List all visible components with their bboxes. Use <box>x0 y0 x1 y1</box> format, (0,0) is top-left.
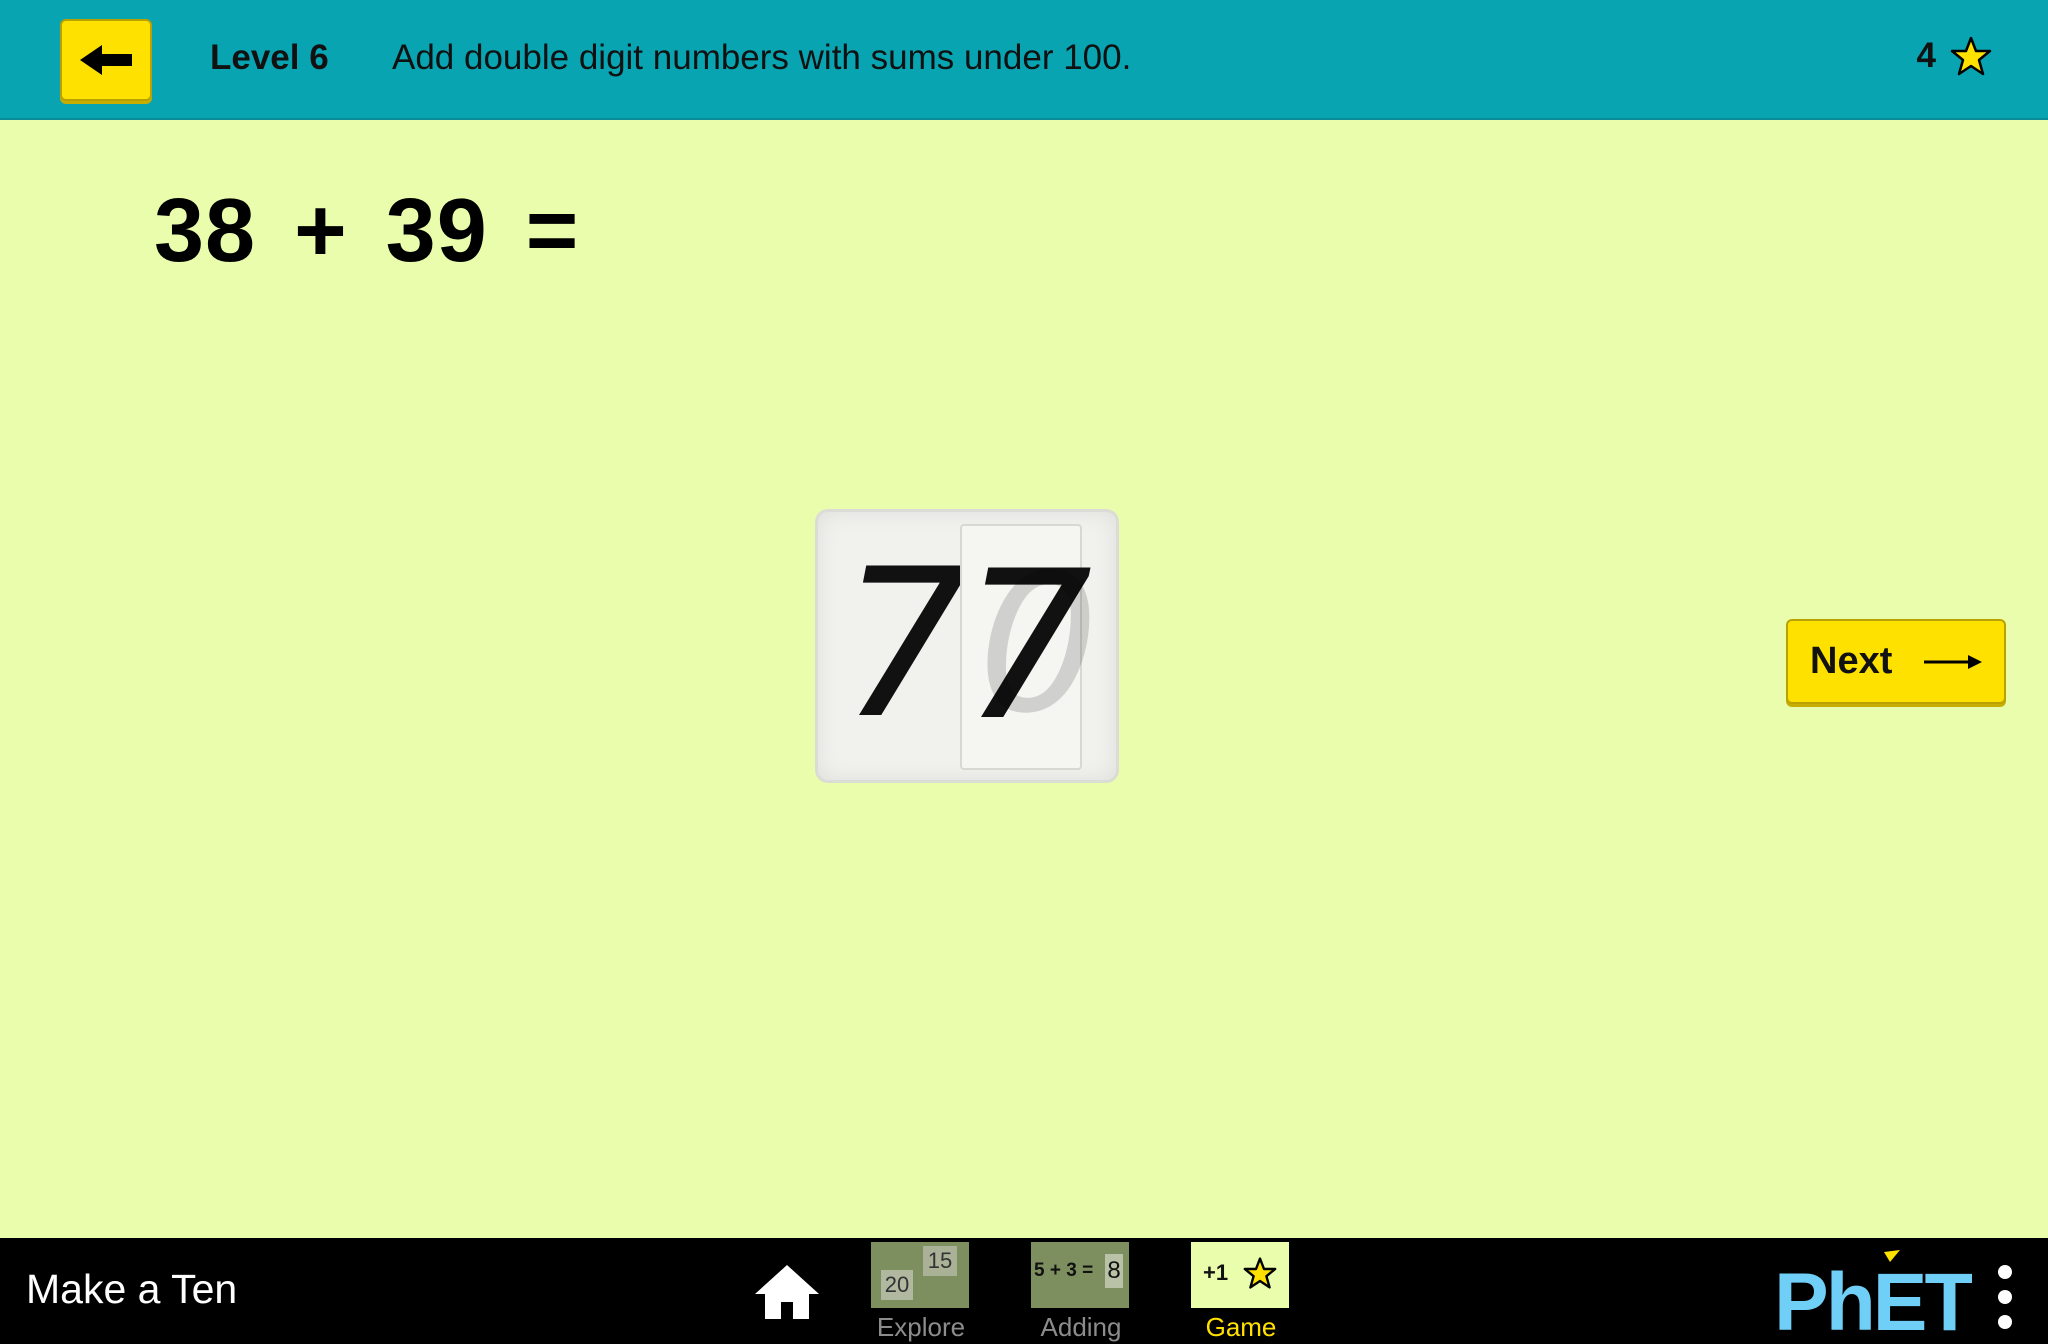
plus-sign: + <box>294 181 348 281</box>
equals-sign: = <box>525 181 580 281</box>
equation: 38 + 39 = <box>154 180 579 283</box>
game-thumbnail: +1 <box>1191 1242 1289 1308</box>
star-icon <box>1243 1257 1277 1289</box>
vertical-dots-icon[interactable] <box>1994 1264 2016 1330</box>
ghost-digit: 0 <box>978 534 1099 755</box>
phet-logo[interactable]: PhET <box>1772 1248 1972 1338</box>
star-icon <box>1950 36 1992 76</box>
answer-paper: 7 7 0 <box>818 512 1116 780</box>
back-button[interactable] <box>60 19 152 101</box>
nav-screen-game[interactable]: +1 Game <box>1191 1242 1291 1342</box>
nav-label-adding: Adding <box>1040 1312 1122 1342</box>
adding-thumb-expression: 5 + 3 = <box>1034 1260 1094 1281</box>
nav-label-game: Game <box>1205 1312 1277 1342</box>
explore-thumbnail: 20 15 <box>871 1242 969 1308</box>
sim-title: Make a Ten <box>26 1266 238 1312</box>
home-icon[interactable] <box>752 1262 822 1322</box>
addend-left: 38 <box>154 181 257 281</box>
explore-thumb-number-b: 15 <box>923 1246 957 1276</box>
score-display: 4 <box>1917 36 1992 76</box>
score-value: 4 <box>1916 36 1936 75</box>
nav-screen-adding[interactable]: 5 + 3 = 8 Adding <box>1031 1242 1131 1342</box>
arrow-left-icon <box>80 45 132 75</box>
addend-right: 39 <box>385 181 488 281</box>
arrow-right-icon <box>1924 654 1983 669</box>
nav-screen-explore[interactable]: 20 15 Explore <box>871 1242 971 1342</box>
explore-thumb-number-a: 20 <box>881 1270 913 1300</box>
level-label: Level 6 <box>210 38 329 77</box>
next-label: Next <box>1810 640 1893 682</box>
game-thumb-text: +1 <box>1203 1260 1229 1285</box>
answer-digit-tens: 7 <box>840 526 971 764</box>
next-button[interactable]: Next <box>1786 619 2006 704</box>
level-description: Add double digit numbers with sums under… <box>392 38 1132 77</box>
adding-thumb-result: 8 <box>1105 1254 1123 1288</box>
adding-thumbnail: 5 + 3 = 8 <box>1031 1242 1129 1308</box>
phet-logo-text: PhET <box>1774 1257 1972 1338</box>
status-bar: Level 6 Add double digit numbers with su… <box>0 0 2048 120</box>
nav-label-explore: Explore <box>876 1312 966 1342</box>
navigation-bar: Make a Ten 20 15 Explore 5 + 3 = 8 Addin… <box>0 1238 2048 1344</box>
